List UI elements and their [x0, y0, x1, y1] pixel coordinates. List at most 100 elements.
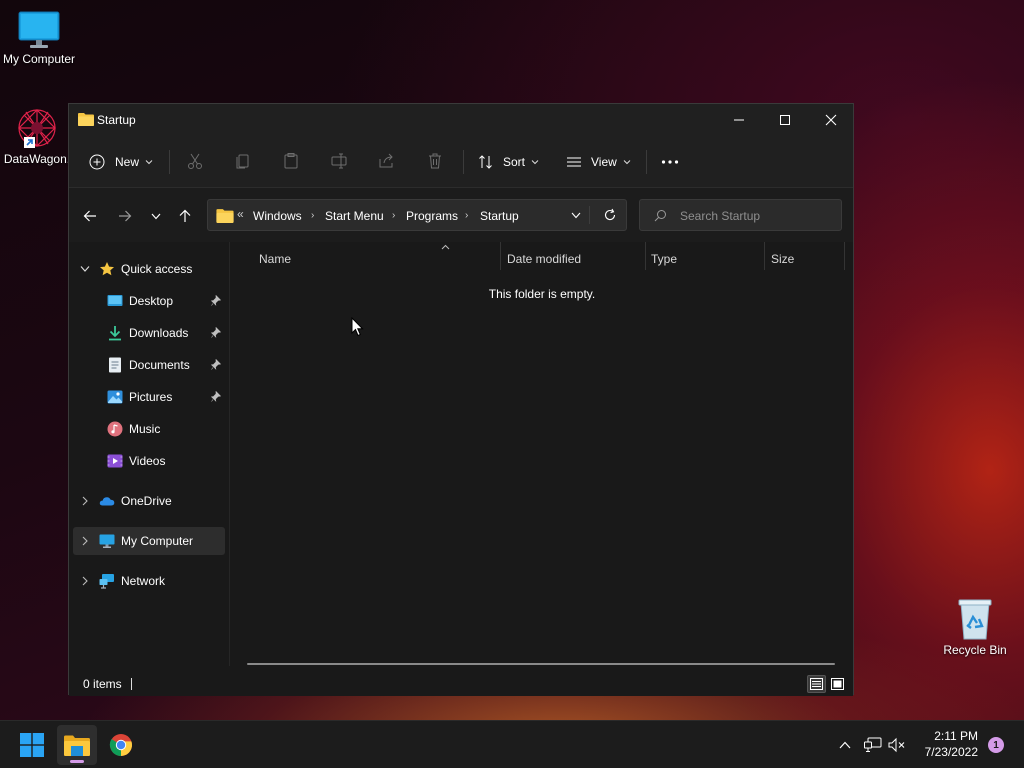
system-clock[interactable]: 2:11 PM 7/23/2022	[925, 728, 978, 760]
chevron-right-icon[interactable]	[81, 576, 89, 586]
sort-button[interactable]: Sort	[478, 148, 539, 176]
chevron-down-icon	[531, 160, 539, 165]
status-bar: 0 items	[69, 672, 853, 696]
sidebar-item-downloads[interactable]: Downloads	[73, 319, 225, 347]
breadcrumb-overflow[interactable]: «	[237, 207, 244, 221]
forward-button[interactable]	[114, 205, 136, 227]
notification-badge[interactable]: 1	[988, 737, 1004, 753]
pictures-icon	[107, 390, 123, 404]
documents-icon	[109, 357, 121, 373]
command-bar: New Sort View	[69, 136, 853, 188]
column-header-date-modified[interactable]: Date modified	[507, 252, 581, 266]
breadcrumb-chevron-icon[interactable]: ›	[465, 210, 468, 221]
maximize-button[interactable]	[762, 104, 808, 136]
address-bar[interactable]: « Windows › Start Menu › Programs › Star…	[207, 199, 627, 231]
chevron-down-icon	[151, 213, 161, 219]
network-status-icon[interactable]	[864, 737, 882, 753]
breadcrumb-chevron-icon[interactable]: ›	[311, 210, 314, 221]
datawagon-shortcut-icon	[18, 109, 56, 148]
column-divider[interactable]	[500, 242, 501, 270]
tiles-view-toggle[interactable]	[829, 675, 847, 693]
column-divider[interactable]	[645, 242, 646, 270]
sidebar-item-quick-access[interactable]: Quick access	[73, 255, 225, 283]
pin-icon	[211, 327, 221, 338]
share-icon[interactable]	[377, 151, 397, 171]
start-button[interactable]	[12, 725, 52, 765]
sidebar-item-onedrive[interactable]: OneDrive	[73, 487, 225, 515]
show-hidden-icons-chevron-icon[interactable]	[839, 741, 851, 749]
back-button[interactable]	[79, 205, 101, 227]
column-header-size[interactable]: Size	[771, 252, 794, 266]
folder-icon	[216, 209, 234, 223]
taskbar-file-explorer[interactable]	[57, 725, 97, 765]
chevron-right-icon[interactable]	[81, 536, 89, 546]
taskbar-chrome[interactable]	[101, 725, 141, 765]
new-button[interactable]: New	[89, 148, 153, 176]
refresh-icon[interactable]	[603, 208, 617, 222]
sidebar-item-desktop[interactable]: Desktop	[73, 287, 225, 315]
horizontal-scrollbar[interactable]	[247, 663, 835, 665]
details-view-toggle[interactable]	[807, 675, 826, 693]
window-title: Startup	[97, 113, 136, 127]
chevron-down-icon	[623, 160, 631, 165]
breadcrumb-start-menu[interactable]: Start Menu	[325, 209, 384, 223]
more-icon	[661, 160, 679, 164]
taskbar: 2:11 PM 7/23/2022 1	[0, 720, 1024, 768]
up-button[interactable]	[174, 205, 196, 227]
column-header-name[interactable]: Name	[259, 252, 291, 266]
column-divider[interactable]	[764, 242, 765, 270]
music-icon	[107, 421, 123, 437]
desktop-icon-recycle-bin[interactable]: Recycle Bin	[935, 597, 1015, 657]
sidebar-item-pictures[interactable]: Pictures	[73, 383, 225, 411]
navigation-row: « Windows › Start Menu › Programs › Star…	[69, 188, 853, 242]
toolbar-separator	[646, 150, 647, 174]
breadcrumb-chevron-icon[interactable]: ›	[392, 210, 395, 221]
sort-ascending-indicator-icon	[441, 244, 450, 250]
navigation-pane: Quick access Desktop Downloads Documents	[69, 242, 229, 666]
recent-locations-button[interactable]	[145, 205, 167, 227]
close-button[interactable]	[808, 104, 854, 136]
delete-icon[interactable]	[425, 151, 445, 171]
sidebar-item-label: My Computer	[121, 534, 194, 548]
view-icon	[567, 157, 581, 167]
volume-muted-icon[interactable]	[888, 737, 906, 753]
toolbar-separator	[169, 150, 170, 174]
title-bar[interactable]: Startup	[69, 104, 853, 136]
column-header-type[interactable]: Type	[651, 252, 677, 266]
sidebar-item-network[interactable]: Network	[73, 567, 225, 595]
pane-splitter[interactable]	[229, 242, 230, 666]
view-button[interactable]: View	[566, 148, 631, 176]
paste-icon[interactable]	[281, 151, 301, 171]
chevron-down-icon[interactable]	[80, 265, 90, 273]
star-icon	[100, 262, 114, 276]
breadcrumb-programs[interactable]: Programs	[406, 209, 458, 223]
rename-icon[interactable]	[329, 151, 349, 171]
more-options-button[interactable]	[661, 148, 679, 176]
sidebar-item-videos[interactable]: Videos	[73, 447, 225, 475]
chevron-down-icon[interactable]	[571, 212, 581, 219]
sidebar-item-documents[interactable]: Documents	[73, 351, 225, 379]
breadcrumb-windows[interactable]: Windows	[253, 209, 302, 223]
file-list-view[interactable]: Name Date modified Type Size This folder…	[237, 242, 847, 666]
sidebar-item-music[interactable]: Music	[73, 415, 225, 443]
desktop-icon-my-computer[interactable]: My Computer	[0, 10, 79, 66]
plus-circle-icon	[89, 154, 105, 170]
minimize-button[interactable]	[716, 104, 762, 136]
sidebar-item-label: Pictures	[129, 390, 173, 404]
sidebar-item-my-computer[interactable]: My Computer	[73, 527, 225, 555]
clock-date: 7/23/2022	[924, 745, 978, 759]
address-divider	[589, 206, 590, 224]
search-icon	[654, 210, 666, 222]
start-icon	[20, 733, 44, 757]
chevron-right-icon[interactable]	[81, 496, 89, 506]
desktop-icon-datawagon[interactable]: DataWagon.	[0, 106, 77, 166]
copy-icon[interactable]	[233, 151, 253, 171]
breadcrumb-startup[interactable]: Startup	[480, 209, 519, 223]
file-explorer-icon	[64, 735, 90, 756]
view-label: View	[591, 155, 617, 169]
search-box[interactable]: Search Startup	[639, 199, 842, 231]
item-count: 0 items	[83, 677, 122, 691]
column-divider[interactable]	[844, 242, 845, 270]
sidebar-item-label: Documents	[129, 358, 190, 372]
cut-icon[interactable]	[185, 151, 205, 171]
